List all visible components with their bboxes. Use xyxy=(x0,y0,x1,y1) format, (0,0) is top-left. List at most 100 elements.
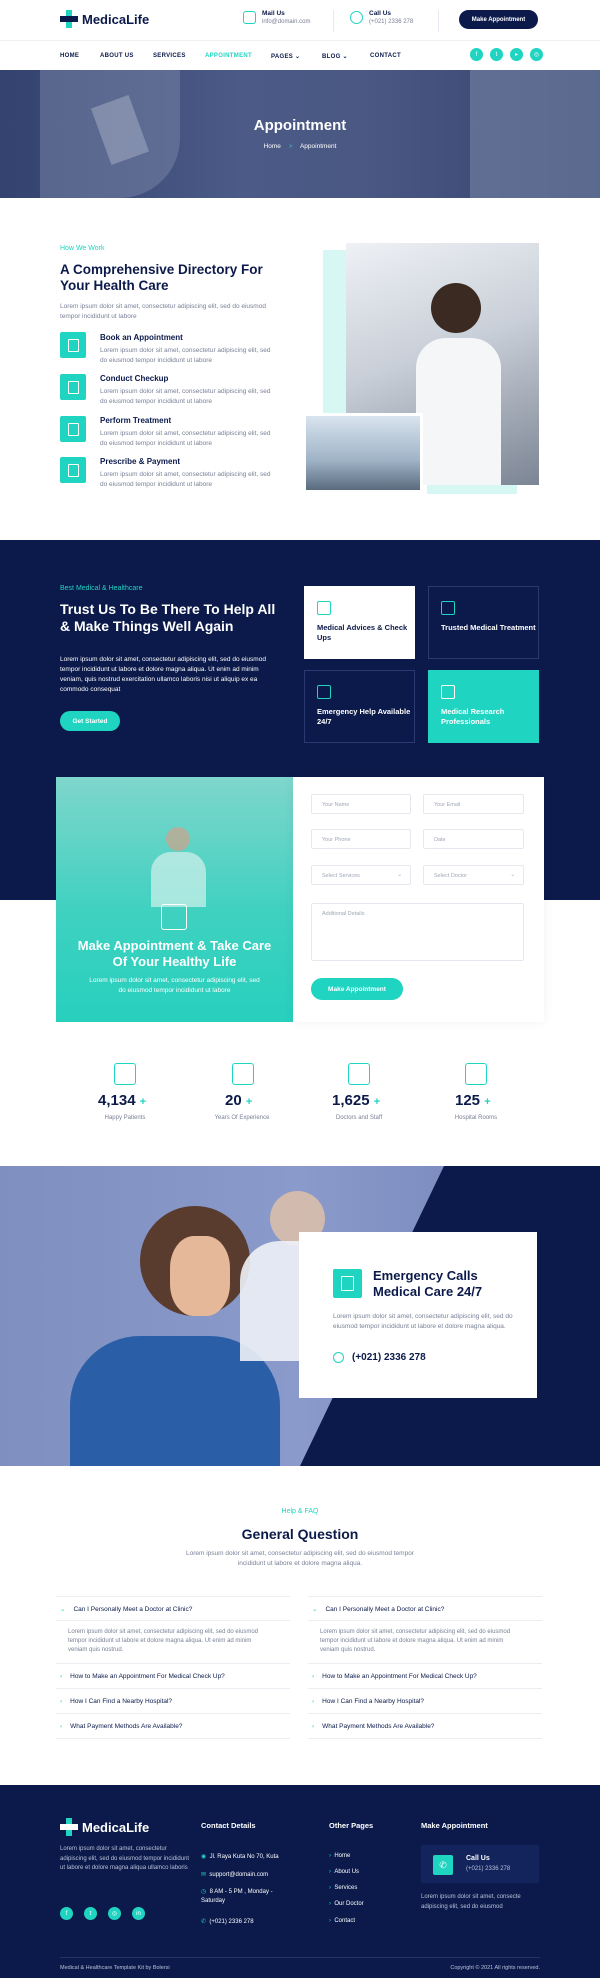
emergency-phone-number: (+021) 2336 278 xyxy=(352,1352,426,1363)
footer-link[interactable]: › Our Doctor xyxy=(329,1901,364,1907)
footer-email-text: support@domain.com xyxy=(209,1872,269,1878)
card-title: Emergency Help Available 24/7 xyxy=(317,707,411,726)
faq-question-open[interactable]: ⌄ Can I Personally Meet a Doctor at Clini… xyxy=(312,1605,444,1613)
faq-question[interactable]: › What Payment Methods Are Available? xyxy=(312,1723,434,1730)
facebook-icon[interactable]: f xyxy=(470,48,483,61)
stat-label: Hospital Rooms xyxy=(454,1115,498,1121)
step-title: Conduct Checkup xyxy=(100,374,169,383)
name-field[interactable]: Your Name xyxy=(311,794,411,814)
service-card[interactable]: Medical Research Professionals xyxy=(428,670,539,743)
instagram-icon[interactable]: ◎ xyxy=(108,1907,121,1920)
footer-phone[interactable]: ✆ (+021) 2336 278 xyxy=(201,1918,254,1925)
phone-field[interactable]: Your Phone xyxy=(311,829,411,849)
nav-home[interactable]: HOME xyxy=(60,53,79,59)
footer-link[interactable]: › About Us xyxy=(329,1869,359,1875)
stat-value: 4,134 xyxy=(98,1092,136,1109)
nav-pages[interactable]: PAGES ⌄ xyxy=(271,53,300,60)
breadcrumb-home[interactable]: Home xyxy=(264,143,281,150)
stat-number: 4,134 + xyxy=(98,1092,146,1109)
chevron-right-icon: › xyxy=(312,1698,315,1705)
chevron-right-icon: › xyxy=(60,1698,63,1705)
section-text: Lorem ipsum dolor sit amet, consectetur … xyxy=(186,1550,414,1567)
linkedin-icon[interactable]: in xyxy=(132,1907,145,1920)
nav-appointment[interactable]: APPOINTMENT xyxy=(205,53,252,59)
section-label: Help & FAQ xyxy=(281,1508,319,1515)
faq-question[interactable]: › How to Make an Appointment For Medical … xyxy=(60,1673,225,1680)
date-field[interactable]: Date xyxy=(423,829,524,849)
service-card[interactable]: Emergency Help Available 24/7 xyxy=(304,670,415,743)
doctor-select[interactable]: Select Doctor ⌄ xyxy=(423,865,524,885)
details-textarea[interactable]: Additional Details xyxy=(311,903,524,961)
email-field[interactable]: Your Email xyxy=(423,794,524,814)
site-header: MedicaLife Mail Us info@domain.com Call … xyxy=(0,0,600,40)
divider xyxy=(308,1713,542,1714)
footer-link-text: Home xyxy=(334,1853,351,1859)
submit-appointment-button[interactable]: Make Appointment xyxy=(311,978,403,1000)
youtube-icon[interactable]: ▸ xyxy=(510,48,523,61)
faq-question-text: How I Can Find a Nearby Hospital? xyxy=(70,1698,173,1705)
service-card[interactable]: Medical Advices & Check Ups xyxy=(304,586,415,659)
nav-services[interactable]: SERVICES xyxy=(153,53,186,59)
nav-contact[interactable]: CONTACT xyxy=(370,53,401,59)
step-text: Lorem ipsum dolor sit amet, consectetur … xyxy=(100,471,271,488)
section-label: Best Medical & Healthcare xyxy=(60,585,143,592)
footer-link[interactable]: › Home xyxy=(329,1853,350,1859)
chevron-down-icon: ⌄ xyxy=(295,54,301,60)
location-icon: ◉ xyxy=(201,1854,207,1860)
divider xyxy=(308,1688,542,1689)
services-select[interactable]: Select Services ⌄ xyxy=(311,865,411,885)
faq-question-text: Can I Personally Meet a Doctor at Clinic… xyxy=(73,1606,193,1613)
services-select-value: Select Services xyxy=(322,873,360,879)
mail-icon xyxy=(243,11,256,24)
footer-link[interactable]: › Services xyxy=(329,1885,357,1891)
emergency-phone[interactable]: (+021) 2336 278 xyxy=(333,1352,426,1363)
chevron-right-icon: › xyxy=(312,1673,315,1680)
divider xyxy=(308,1663,542,1664)
mail-title: Mail Us xyxy=(262,10,285,17)
footer-email[interactable]: ✉ support@domain.com xyxy=(201,1871,268,1878)
facebook-icon[interactable]: f xyxy=(60,1907,73,1920)
stethoscope-icon xyxy=(60,416,86,442)
hospital-icon xyxy=(465,1063,487,1085)
chevron-down-icon: ⌄ xyxy=(60,1606,66,1613)
stethoscope-icon xyxy=(317,601,331,615)
page-banner: Appointment Home > Appointment xyxy=(0,70,600,198)
footer-link-text: Our Doctor xyxy=(334,1901,364,1907)
logo[interactable]: MedicaLife xyxy=(60,10,149,28)
divider xyxy=(56,1596,290,1597)
get-started-button[interactable]: Get Started xyxy=(60,711,120,731)
instagram-icon[interactable]: ◎ xyxy=(530,48,543,61)
call-contact[interactable]: Call Us (+021) 2336 278 xyxy=(350,10,413,25)
medical-treatment-icon xyxy=(441,601,455,615)
faq-question-open[interactable]: ⌄ Can I Personally Meet a Doctor at Clini… xyxy=(60,1605,192,1613)
faq-question[interactable]: › How I Can Find a Nearby Hospital? xyxy=(60,1698,172,1705)
appointment-title: Make Appointment & Take Care Of Your Hea… xyxy=(77,938,272,969)
service-card[interactable]: Trusted Medical Treatment xyxy=(428,586,539,659)
nav-about[interactable]: ABOUT US xyxy=(100,53,134,59)
twitter-icon[interactable]: t xyxy=(490,48,503,61)
chevron-right-icon: › xyxy=(329,1885,331,1891)
nav-blog[interactable]: BLOG ⌄ xyxy=(322,53,348,60)
stat-label: Happy Patients xyxy=(104,1115,146,1121)
faq-question[interactable]: › How I Can Find a Nearby Hospital? xyxy=(312,1698,424,1705)
site-footer: MedicaLife Lorem ipsum dolor sit amet, c… xyxy=(0,1785,600,1978)
footer-call-box[interactable]: ✆ Call Us (+021) 2336 278 xyxy=(421,1845,539,1883)
footer-link[interactable]: › Contact xyxy=(329,1918,355,1924)
stat-plus: + xyxy=(373,1096,381,1108)
section-title: General Question xyxy=(241,1526,359,1542)
chevron-right-icon: › xyxy=(60,1723,63,1730)
make-appointment-button[interactable]: Make Appointment xyxy=(459,10,538,29)
brand-name: MedicaLife xyxy=(82,11,150,27)
heartbeat-icon xyxy=(317,685,331,699)
phone-icon: ✆ xyxy=(433,1855,453,1875)
twitter-icon[interactable]: t xyxy=(84,1907,97,1920)
appointment-text: Lorem ipsum dolor sit amet, consectetur … xyxy=(89,977,260,994)
divider xyxy=(438,10,439,32)
patients-icon xyxy=(114,1063,136,1085)
mail-contact[interactable]: Mail Us info@domain.com xyxy=(243,10,310,25)
faq-question[interactable]: › How to Make an Appointment For Medical … xyxy=(312,1673,477,1680)
emergency-text: Lorem ipsum dolor sit amet, consectetur … xyxy=(333,1313,513,1330)
phone-icon: ✆ xyxy=(201,1919,207,1925)
footer-logo[interactable]: MedicaLife xyxy=(60,1818,149,1836)
faq-question[interactable]: › What Payment Methods Are Available? xyxy=(60,1723,182,1730)
